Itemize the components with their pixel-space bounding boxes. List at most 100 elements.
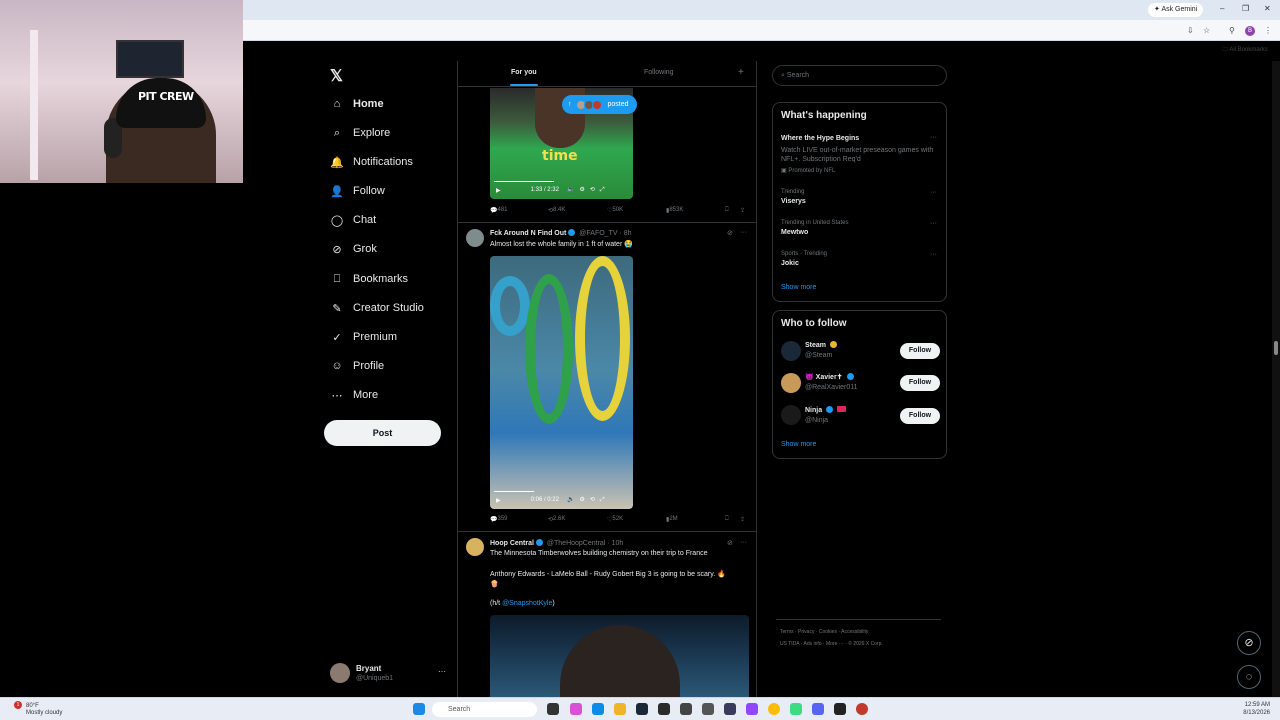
like-button[interactable]: ♡ 50K [607, 207, 623, 214]
follow-button[interactable]: Follow [900, 343, 940, 359]
share-icon[interactable]: ⇪ [740, 516, 745, 523]
star-icon[interactable]: ☆ [1203, 26, 1210, 35]
tab-for-you[interactable]: For you [511, 69, 537, 76]
nav-item-follow[interactable]: 👤 Follow [330, 180, 385, 202]
video1-control-icons[interactable]: 🔈⚙⟲⤢ [567, 186, 610, 194]
repost-button[interactable]: ⟲ 8.4K [548, 207, 565, 214]
trends-show-more[interactable]: Show more [781, 284, 816, 291]
views-button[interactable]: ▮ 853K [666, 207, 683, 214]
xavier-avatar[interactable] [781, 373, 801, 393]
trend-name[interactable]: Mewtwo [781, 229, 808, 236]
nav-item-notifications[interactable]: 🔔 Notifications [330, 151, 413, 173]
restore-icon[interactable]: ❐ [1242, 4, 1249, 13]
x-logo-icon[interactable]: 𝕏 [330, 66, 343, 86]
steam-app-icon[interactable] [636, 703, 648, 715]
tweet-more-icon[interactable]: ··· [740, 539, 747, 546]
trend-more-icon[interactable]: ··· [930, 220, 937, 227]
app-icon[interactable] [724, 703, 736, 715]
tweet2-handle[interactable]: @FAFO_TV [579, 230, 617, 237]
bookmark-icon[interactable]: ⎕ [725, 516, 729, 523]
tweet2-author-name[interactable]: Fck Around N Find Out [490, 230, 566, 237]
views-button[interactable]: ▮ 2M [666, 516, 678, 523]
copilot-icon[interactable] [570, 703, 582, 715]
follow-suggestion-name[interactable]: Steam [805, 341, 839, 349]
tweet3-media[interactable] [490, 615, 749, 697]
nav-item-explore[interactable]: ⌕ Explore [330, 122, 390, 144]
epic-icon[interactable] [658, 703, 670, 715]
search-input[interactable]: ⌕ Search [772, 65, 947, 86]
trend-name[interactable]: Jokic [781, 260, 799, 267]
post-button[interactable]: Post [324, 420, 441, 446]
nav-item-premium[interactable]: ✓ Premium [330, 326, 397, 348]
tweet2-video[interactable]: ▶ 0:06 / 0:22 🔈⚙⟲⤢ [490, 256, 633, 509]
extensions-icon[interactable]: ⚲ [1229, 26, 1235, 35]
trend-name[interactable]: Viserys [781, 198, 806, 205]
windows-start-icon[interactable] [413, 703, 425, 715]
grok-fab-icon[interactable]: ⊘ [1237, 631, 1261, 655]
follow-button[interactable]: Follow [900, 375, 940, 391]
grok-icon[interactable]: ⊘ [727, 539, 733, 547]
nav-item-creator-studio[interactable]: ✎ Creator Studio [330, 297, 424, 319]
minimize-icon[interactable]: – [1220, 4, 1224, 13]
grok-icon[interactable]: ⊘ [727, 229, 733, 237]
follow-suggestion-name[interactable]: Ninja [805, 406, 847, 414]
browser-profile-avatar[interactable]: B [1245, 26, 1255, 36]
page-scrollbar[interactable] [1272, 61, 1280, 697]
bookmark-icon[interactable]: ⎕ [725, 207, 729, 214]
tweet3-author-name[interactable]: Hoop Central [490, 540, 534, 547]
nav-item-home[interactable]: ⌂ Home [330, 93, 384, 115]
capcut-icon[interactable] [834, 703, 846, 715]
taskbar-search[interactable]: Search [432, 702, 537, 717]
promo-trend-name[interactable]: Where the Hype Begins [781, 135, 859, 142]
all-bookmarks-button[interactable]: 🗀 All Bookmarks [1222, 45, 1268, 55]
tweet3-avatar[interactable] [466, 538, 484, 556]
footer-links-row1[interactable]: Terms · Privacy · Cookies · Accessibilit… [780, 629, 868, 635]
trend-more-icon[interactable]: ··· [930, 251, 937, 258]
footer-links-row2[interactable]: US TIDA · Ads info · More ··· · © 2026 X… [780, 641, 883, 647]
add-tab-icon[interactable]: + [738, 67, 744, 78]
menu-icon[interactable]: ⋮ [1264, 26, 1272, 35]
repost-button[interactable]: ⟲ 2.6K [548, 516, 565, 523]
tweet-more-icon[interactable]: ··· [740, 229, 747, 236]
twitch-icon[interactable] [746, 703, 758, 715]
messages-fab-icon[interactable]: ◌ [1237, 665, 1261, 689]
play-icon[interactable]: ▶ [496, 187, 501, 194]
chrome-icon[interactable] [768, 703, 780, 715]
steam-avatar[interactable] [781, 341, 801, 361]
scrollbar-thumb[interactable] [1274, 341, 1278, 355]
task-view-icon[interactable] [547, 703, 559, 715]
trend-more-icon[interactable]: ··· [930, 134, 937, 141]
edge-icon[interactable] [592, 703, 604, 715]
app-icon[interactable] [790, 703, 802, 715]
follow-button[interactable]: Follow [900, 408, 940, 424]
nav-item-more[interactable]: ⋯ More [330, 384, 379, 406]
obs-icon[interactable] [680, 703, 692, 715]
follow-suggestion-name[interactable]: 😈 Xavier✝ [805, 373, 856, 381]
tweet3-handle[interactable]: @TheHoopCentral [547, 540, 605, 547]
account-switcher[interactable]: Bryant @Uniqueb1 ··· [330, 663, 450, 685]
nav-item-bookmarks[interactable]: ⎕ Bookmarks [330, 268, 408, 290]
system-clock[interactable]: 12:59 AM 8/13/2026 [1226, 701, 1270, 717]
tweet3-mention-link[interactable]: @SnapshotKyle [502, 600, 552, 607]
nav-item-grok[interactable]: ⊘ Grok [330, 238, 376, 260]
nav-item-chat[interactable]: ◯ Chat [330, 209, 376, 231]
tweet2-avatar[interactable] [466, 229, 484, 247]
share-icon[interactable]: ⇪ [740, 207, 745, 214]
tab-following[interactable]: Following [644, 69, 674, 76]
nav-item-profile[interactable]: ☺ Profile [330, 355, 384, 377]
ask-gemini-button[interactable]: ✦ Ask Gemini [1148, 3, 1204, 17]
new-posts-pill[interactable]: ↑ posted [562, 95, 637, 114]
follow-show-more[interactable]: Show more [781, 441, 816, 448]
app-icon[interactable] [702, 703, 714, 715]
video2-control-icons[interactable]: 🔈⚙⟲⤢ [567, 496, 610, 504]
ninja-avatar[interactable] [781, 405, 801, 425]
app-icon[interactable] [856, 703, 868, 715]
play-icon[interactable]: ▶ [496, 497, 501, 504]
like-button[interactable]: ♡ 52K [607, 516, 623, 523]
reply-button[interactable]: 💬 359 [490, 516, 508, 523]
install-icon[interactable]: ⇩ [1187, 26, 1194, 35]
close-icon[interactable]: ✕ [1264, 4, 1271, 13]
trend-more-icon[interactable]: ··· [930, 189, 937, 196]
discord-icon[interactable] [812, 703, 824, 715]
reply-button[interactable]: 💬 481 [490, 207, 508, 214]
